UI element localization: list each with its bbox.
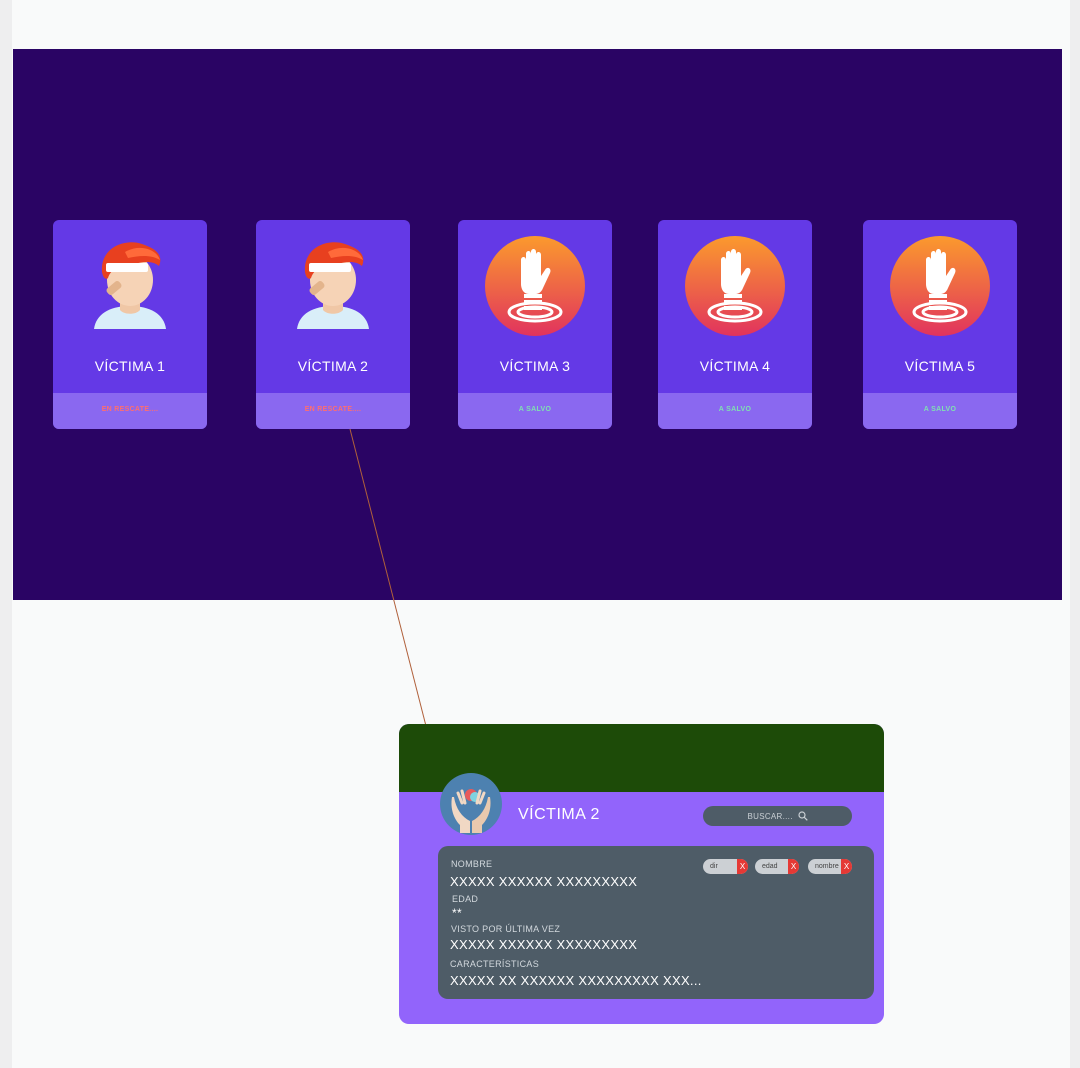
search-box[interactable]: [703, 806, 852, 826]
remove-filter-button[interactable]: X: [737, 859, 748, 874]
name-value: XXXXX XXXXXX XXXXXXXXX: [450, 874, 638, 889]
victim-name: VÍCTIMA 2: [297, 358, 369, 374]
victim-name: VÍCTIMA 3: [499, 358, 571, 374]
victim-status: A SALVO: [458, 393, 612, 429]
sinking-hand-icon: [485, 236, 585, 336]
injured-person-icon: [297, 242, 369, 329]
search-input[interactable]: [747, 811, 794, 821]
filter-chip-nombre[interactable]: nombre X: [808, 859, 852, 874]
age-value: **: [452, 906, 462, 920]
helping-hands-icon: [451, 789, 491, 833]
status-text: A SALVO: [518, 406, 552, 413]
victim-status: EN RESCATE....: [53, 393, 207, 429]
chip-label: nombre: [815, 863, 839, 870]
victim-card-2[interactable]: VÍCTIMA 2 EN RESCATE....: [256, 220, 410, 429]
features-value: XXXXX XX XXXXXX XXXXXXXXX XXX...: [450, 973, 702, 988]
status-text: EN RESCATE....: [101, 406, 159, 413]
victim-info-panel: dir X edad X nombre X NOMBRE XXXXX XXXXX…: [438, 846, 874, 999]
victim-card-1[interactable]: VÍCTIMA 1 EN RESCATE....: [53, 220, 207, 429]
left-margin: [0, 0, 12, 1068]
victim-name: VÍCTIMA 1: [94, 358, 166, 374]
injured-person-icon: [94, 242, 166, 329]
last-seen-label: VISTO POR ÚLTIMA VEZ: [451, 924, 561, 934]
victim-detail-card: VÍCTIMA 2 dir X edad X nombre X NOMBRE X…: [399, 724, 884, 1024]
victim-status: A SALVO: [658, 393, 812, 429]
victim-name: VÍCTIMA 5: [904, 358, 976, 374]
right-margin: [1070, 0, 1080, 1068]
victim-card-5[interactable]: VÍCTIMA 5 A SALVO: [863, 220, 1017, 429]
victim-card-4[interactable]: VÍCTIMA 4 A SALVO: [658, 220, 812, 429]
name-label: NOMBRE: [451, 859, 493, 869]
status-text: A SALVO: [923, 406, 957, 413]
victim-status: A SALVO: [863, 393, 1017, 429]
status-text: A SALVO: [718, 406, 752, 413]
age-label: EDAD: [452, 894, 479, 904]
avatar: [440, 773, 502, 835]
chip-label: edad: [762, 863, 778, 870]
filter-chip-edad[interactable]: edad X: [755, 859, 799, 874]
detail-title: VÍCTIMA 2: [518, 806, 600, 823]
victim-card-3[interactable]: VÍCTIMA 3 A SALVO: [458, 220, 612, 429]
search-icon[interactable]: [797, 811, 808, 821]
status-text: EN RESCATE....: [304, 406, 362, 413]
victim-name: VÍCTIMA 4: [699, 358, 771, 374]
victim-status: EN RESCATE....: [256, 393, 410, 429]
sinking-hand-icon: [685, 236, 785, 336]
remove-filter-button[interactable]: X: [788, 859, 799, 874]
remove-filter-button[interactable]: X: [841, 859, 852, 874]
last-seen-value: XXXXX XXXXXX XXXXXXXXX: [450, 937, 638, 952]
features-label: CARACTERÍSTICAS: [450, 959, 540, 969]
filter-chip-dir[interactable]: dir X: [703, 859, 748, 874]
chip-label: dir: [710, 863, 718, 870]
victims-panel: VÍCTIMA 1 EN RESCATE.... VÍCTIMA 2 EN RE…: [13, 49, 1062, 600]
sinking-hand-icon: [890, 236, 990, 336]
